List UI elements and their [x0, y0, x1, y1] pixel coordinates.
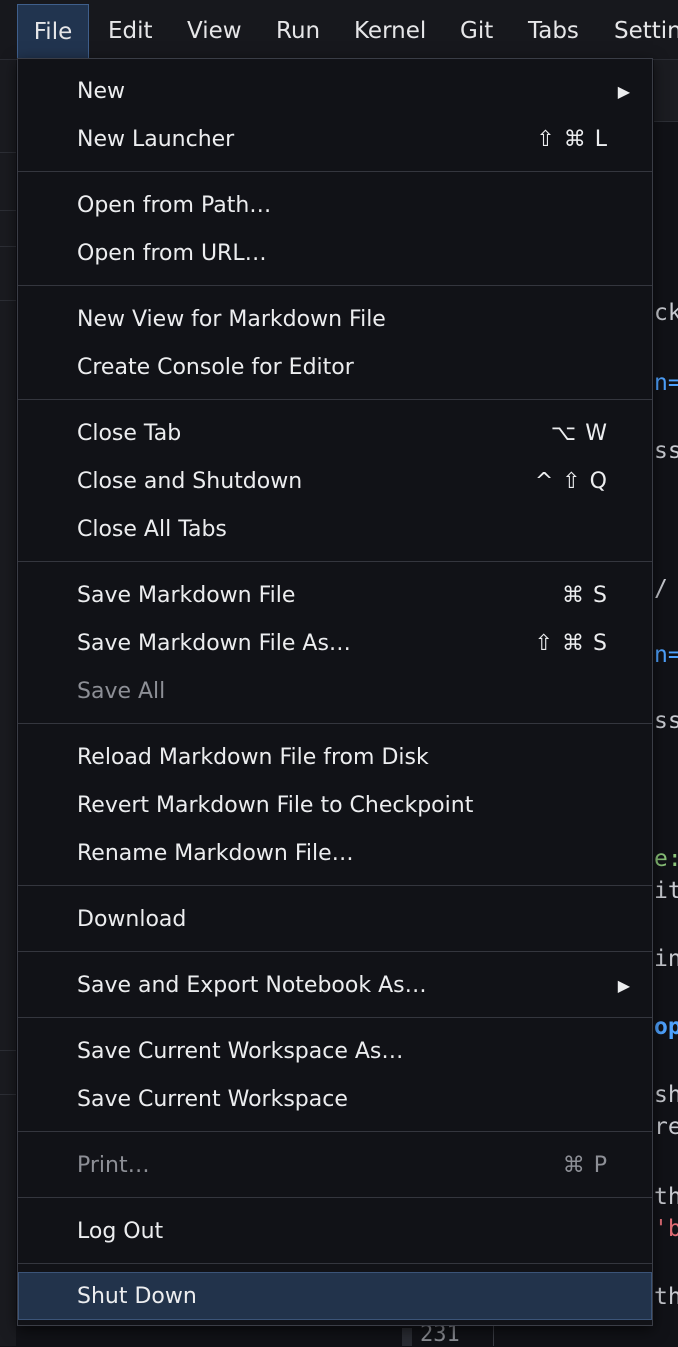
editor-code-fragment: n= [654, 370, 678, 396]
menu-item-label: New View for Markdown File [77, 307, 386, 332]
menubar-edit[interactable]: Edit [108, 4, 153, 58]
menu-item-label: Download [77, 907, 187, 932]
panel-divider [0, 210, 16, 211]
left-panel-strip [0, 60, 16, 1346]
menu-item-label: Rename Markdown File… [77, 841, 354, 866]
menu-item-label: Save Current Workspace [77, 1087, 348, 1112]
editor-code-fragment: sho [654, 1082, 678, 1108]
editor-code-fragment: e: [654, 846, 678, 872]
menu-item-close-all-tabs[interactable]: Close All Tabs [18, 506, 652, 554]
menu-item-save-markdown[interactable]: Save Markdown File ⌘ S [18, 572, 652, 620]
submenu-arrow-icon: ▶ [617, 976, 630, 995]
submenu-arrow-icon: ▶ [617, 82, 630, 101]
panel-divider [0, 300, 16, 301]
menu-item-save-markdown-as[interactable]: Save Markdown File As… ⇧ ⌘ S [18, 620, 652, 668]
menu-item-revert-markdown[interactable]: Revert Markdown File to Checkpoint [18, 782, 652, 830]
menu-item-label: New Launcher [77, 127, 235, 152]
menu-item-label: Shut Down [77, 1284, 197, 1309]
menu-item-label: Open from URL… [77, 241, 267, 266]
menu-item-shortcut: ⇧ ⌘ L [536, 127, 608, 152]
menu-item-label: Save Current Workspace As… [77, 1039, 404, 1064]
editor-code-fragment: int [654, 946, 678, 972]
editor-code-fragment: th [654, 1184, 678, 1210]
menu-item-download[interactable]: Download [18, 896, 652, 944]
menu-separator [18, 951, 652, 952]
menu-item-label: Log Out [77, 1219, 164, 1244]
panel-divider [0, 152, 16, 153]
menubar-run[interactable]: Run [276, 4, 320, 58]
menu-item-label: Save Markdown File As… [77, 631, 351, 656]
editor-tab-strip [654, 60, 678, 122]
menu-item-save-workspace[interactable]: Save Current Workspace [18, 1076, 652, 1124]
menu-separator [18, 723, 652, 724]
menu-item-rename-markdown[interactable]: Rename Markdown File… [18, 830, 652, 878]
panel-divider [0, 246, 16, 247]
menu-item-new-view-markdown[interactable]: New View for Markdown File [18, 296, 652, 344]
menu-item-label: Create Console for Editor [77, 355, 354, 380]
menu-item-shortcut: ^ ⇧ Q [534, 469, 608, 494]
menu-item-reload-markdown[interactable]: Reload Markdown File from Disk [18, 734, 652, 782]
menu-item-shortcut: ⇧ ⌘ S [534, 631, 608, 656]
menu-separator [18, 171, 652, 172]
menu-item-log-out[interactable]: Log Out [18, 1208, 652, 1256]
menu-item-new-launcher[interactable]: New Launcher ⇧ ⌘ L [18, 116, 652, 164]
editor-code-fragment: 'be [654, 1216, 678, 1242]
file-menu-dropdown: New ▶ New Launcher ⇧ ⌘ L Open from Path…… [17, 58, 653, 1326]
editor-code-fragment: ss [654, 708, 678, 734]
menu-separator [18, 885, 652, 886]
menubar: File Edit View Run Kernel Git Tabs Setti… [0, 0, 678, 60]
menubar-file[interactable]: File [17, 4, 89, 58]
menu-item-create-console[interactable]: Create Console for Editor [18, 344, 652, 392]
menu-item-label: Reload Markdown File from Disk [77, 745, 429, 770]
editor-code-fragment: n= [654, 642, 678, 668]
menu-separator [18, 285, 652, 286]
menubar-view[interactable]: View [187, 4, 242, 58]
menu-item-label: Close Tab [77, 421, 182, 446]
menu-separator [18, 1131, 652, 1132]
menu-item-save-export-notebook[interactable]: Save and Export Notebook As… ▶ [18, 962, 652, 1010]
menu-item-open-from-path[interactable]: Open from Path… [18, 182, 652, 230]
editor-code-fragment: ith [654, 878, 678, 904]
menu-item-label: Revert Markdown File to Checkpoint [77, 793, 474, 818]
editor-code-fragment: op [654, 1014, 678, 1040]
editor-code-fragment: ss [654, 438, 678, 464]
menubar-kernel[interactable]: Kernel [354, 4, 426, 58]
menu-item-label: Save and Export Notebook As… [77, 973, 427, 998]
menu-item-open-from-url[interactable]: Open from URL… [18, 230, 652, 278]
editor-code-fragment: re [654, 1114, 678, 1140]
menu-separator [18, 1197, 652, 1198]
gutter-marker [402, 1328, 412, 1346]
panel-divider [0, 1050, 16, 1051]
menu-item-label: New [77, 79, 125, 104]
menubar-git[interactable]: Git [460, 4, 493, 58]
menu-separator [18, 399, 652, 400]
menu-item-shortcut: ⌘ P [562, 1153, 608, 1178]
menu-item-print: Print… ⌘ P [18, 1142, 652, 1190]
editor-code-fragment: / l [654, 576, 678, 602]
editor-code-fragment: ck [654, 300, 678, 326]
menu-item-label: Close and Shutdown [77, 469, 303, 494]
menu-separator [18, 1263, 652, 1264]
menu-item-new[interactable]: New ▶ [18, 68, 652, 116]
menu-item-shortcut: ⌘ S [562, 583, 608, 608]
menu-item-close-and-shutdown[interactable]: Close and Shutdown ^ ⇧ Q [18, 458, 652, 506]
menu-item-save-workspace-as[interactable]: Save Current Workspace As… [18, 1028, 652, 1076]
menu-item-label: Print… [77, 1153, 150, 1178]
editor-code-fragment: th [654, 1284, 678, 1310]
menubar-settings[interactable]: Settin [614, 4, 678, 58]
menu-separator [18, 1017, 652, 1018]
menu-item-label: Open from Path… [77, 193, 272, 218]
menu-item-save-all: Save All [18, 668, 652, 716]
menu-item-shut-down[interactable]: Shut Down [18, 1272, 652, 1320]
menu-separator [18, 561, 652, 562]
menu-item-label: Save Markdown File [77, 583, 296, 608]
menu-item-label: Close All Tabs [77, 517, 227, 542]
panel-divider [0, 1094, 16, 1095]
menubar-tabs[interactable]: Tabs [528, 4, 579, 58]
menu-item-label: Save All [77, 679, 166, 704]
menu-item-shortcut: ⌥ W [550, 421, 608, 446]
menu-item-close-tab[interactable]: Close Tab ⌥ W [18, 410, 652, 458]
